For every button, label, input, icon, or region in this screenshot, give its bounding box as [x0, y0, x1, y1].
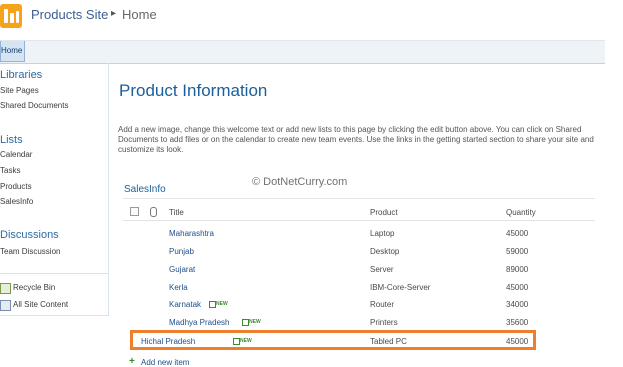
- all-site-content-link[interactable]: All Site Content: [13, 300, 68, 309]
- row-quantity: 35600: [506, 318, 529, 327]
- row-quantity: 59000: [506, 247, 529, 256]
- select-all-checkbox[interactable]: [130, 207, 139, 216]
- header-divider: [123, 220, 595, 221]
- row-product: Server: [370, 265, 394, 274]
- row-title-link[interactable]: Karnatak: [169, 300, 201, 309]
- page-title: Product Information: [119, 81, 268, 100]
- list-title-divider: [123, 198, 595, 199]
- watermark: © DotNetCurry.com: [252, 176, 348, 188]
- column-header-product[interactable]: Product: [370, 208, 398, 217]
- new-item-badge: NEW: [209, 301, 228, 308]
- breadcrumb-current-page: Home: [122, 7, 157, 22]
- row-title-link[interactable]: Maharashtra: [169, 229, 214, 238]
- row-title-link[interactable]: Punjab: [169, 247, 194, 256]
- row-product: Router: [370, 300, 395, 309]
- sharepoint-logo-icon[interactable]: [0, 4, 22, 28]
- row-product: Laptop: [370, 229, 395, 238]
- quicklaunch-item-team-discussion[interactable]: Team Discussion: [0, 247, 60, 256]
- quicklaunch-item-shared-documents[interactable]: Shared Documents: [0, 101, 68, 110]
- new-item-badge: NEW: [242, 319, 261, 326]
- recycle-bin-link[interactable]: Recycle Bin: [13, 283, 55, 292]
- quicklaunch-item-salesinfo[interactable]: SalesInfo: [0, 197, 33, 206]
- row-title-link[interactable]: Gujarat: [169, 265, 195, 274]
- attachment-icon: [150, 207, 157, 217]
- column-header-title[interactable]: Title: [169, 208, 184, 217]
- quick-launch: Libraries Site Pages Shared Documents Li…: [0, 63, 109, 316]
- row-product: IBM-Core-Server: [370, 283, 431, 292]
- tab-home[interactable]: Home: [0, 41, 26, 62]
- list-title-link[interactable]: SalesInfo: [124, 184, 166, 195]
- quicklaunch-item-tasks[interactable]: Tasks: [0, 166, 20, 175]
- quicklaunch-item-calendar[interactable]: Calendar: [0, 150, 32, 159]
- site-header: Products Site ▸ Home: [0, 0, 605, 40]
- site-title-link[interactable]: Products Site: [31, 7, 108, 22]
- quicklaunch-libraries-heading[interactable]: Libraries: [0, 69, 42, 81]
- row-quantity: 89000: [506, 265, 529, 274]
- row-product: Desktop: [370, 247, 400, 256]
- row-title-link[interactable]: Madhya Pradesh: [169, 318, 229, 327]
- column-header-quantity[interactable]: Quantity: [506, 208, 536, 217]
- breadcrumb-separator-icon: ▸: [111, 8, 117, 19]
- add-icon: +: [129, 356, 135, 367]
- quicklaunch-divider: [0, 273, 108, 274]
- all-site-content-icon: [0, 300, 11, 311]
- recycle-bin-icon: [0, 283, 11, 294]
- row-title-link[interactable]: Kerla: [169, 283, 188, 292]
- quicklaunch-item-site-pages[interactable]: Site Pages: [0, 86, 39, 95]
- top-navigation: Home: [0, 40, 605, 64]
- row-quantity: 34000: [506, 300, 529, 309]
- quicklaunch-discussions-heading[interactable]: Discussions: [0, 229, 59, 241]
- welcome-text: Add a new image, change this welcome tex…: [118, 125, 594, 154]
- row-product: Printers: [370, 318, 398, 327]
- highlight-box: [130, 330, 536, 350]
- quicklaunch-lists-heading[interactable]: Lists: [0, 134, 23, 146]
- row-quantity: 45000: [506, 283, 529, 292]
- quicklaunch-item-products[interactable]: Products: [0, 182, 32, 191]
- row-quantity: 45000: [506, 229, 529, 238]
